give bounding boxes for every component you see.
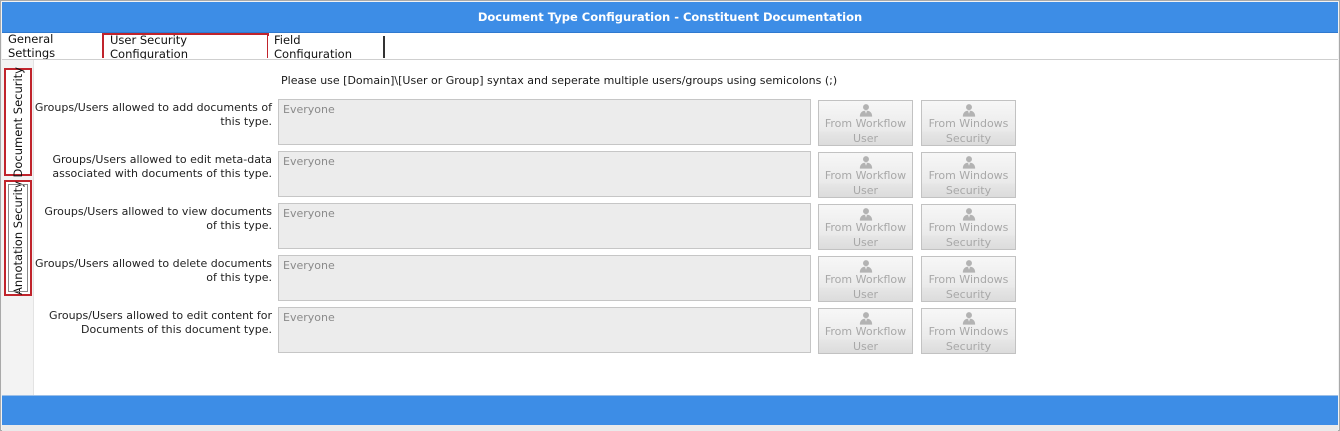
document-security-panel: Please use [Domain]\[User or Group] synt… (33, 60, 1336, 395)
permission-row-label: Groups/Users allowed to add documents of… (34, 101, 272, 128)
side-tab-strip: Document Security Annotation Security (2, 60, 33, 396)
button-label-line1: From Windows (928, 325, 1009, 338)
user-icon (962, 104, 975, 117)
permission-users-field[interactable]: Everyone (278, 203, 811, 249)
user-icon (962, 208, 975, 221)
from-workflow-user-button[interactable]: From Workflow User (818, 256, 913, 302)
from-windows-security-button[interactable]: From Windows Security (921, 308, 1016, 354)
permission-row-label: Groups/Users allowed to edit content for… (49, 309, 272, 336)
side-tab-label: Document Security (11, 66, 25, 178)
button-label-line1: From Workflow (824, 325, 907, 338)
window-title: Document Type Configuration - Constituen… (2, 2, 1338, 33)
permission-users-field[interactable]: Everyone (278, 151, 811, 197)
button-label-line1: From Windows (928, 221, 1009, 234)
bottom-bar (2, 395, 1338, 425)
button-label-line2: Security (922, 131, 1015, 145)
tab-content: Document Security Annotation Security Pl… (2, 59, 1338, 396)
document-type-configuration-window: Document Type Configuration - Constituen… (0, 0, 1340, 431)
button-label-line2: User (819, 131, 912, 145)
user-icon (859, 312, 872, 325)
syntax-hint: Please use [Domain]\[User or Group] synt… (281, 74, 838, 87)
permission-row-label: Groups/Users allowed to edit meta-data a… (52, 153, 272, 180)
tab-field-configuration[interactable]: Field Configuration (268, 33, 385, 61)
button-label-line1: From Workflow (824, 221, 907, 234)
button-label-line2: Security (922, 183, 1015, 197)
side-tab-annotation-security[interactable]: Annotation Security (4, 180, 32, 296)
permission-row: Groups/Users allowed to edit meta-data a… (34, 151, 1034, 199)
user-icon (859, 156, 872, 169)
tab-general-settings[interactable]: General Settings (2, 32, 98, 60)
button-label-line1: From Workflow (824, 169, 907, 182)
user-icon (962, 312, 975, 325)
permission-row-label: Groups/Users allowed to delete documents… (35, 257, 272, 284)
button-label-line2: User (819, 235, 912, 249)
from-windows-security-button[interactable]: From Windows Security (921, 204, 1016, 250)
user-icon (962, 260, 975, 273)
from-workflow-user-button[interactable]: From Workflow User (818, 152, 913, 198)
button-label-line2: Security (922, 287, 1015, 301)
button-label-line2: User (819, 339, 912, 353)
user-icon (859, 104, 872, 117)
user-icon (962, 156, 975, 169)
button-label-line1: From Workflow (824, 117, 907, 130)
from-windows-security-button[interactable]: From Windows Security (921, 100, 1016, 146)
button-label-line1: From Windows (928, 117, 1009, 130)
permission-row: Groups/Users allowed to delete documents… (34, 255, 1034, 303)
from-workflow-user-button[interactable]: From Workflow User (818, 100, 913, 146)
tab-bar: General Settings User Security Configura… (2, 32, 1338, 61)
button-label-line2: Security (922, 235, 1015, 249)
permission-row-label: Groups/Users allowed to view documents o… (44, 205, 272, 232)
from-workflow-user-button[interactable]: From Workflow User (818, 204, 913, 250)
bottom-edge (2, 425, 1338, 431)
user-icon (859, 260, 872, 273)
tab-user-security-configuration[interactable]: User Security Configuration (102, 33, 269, 61)
permission-users-field[interactable]: Everyone (278, 99, 811, 145)
permission-row: Groups/Users allowed to add documents of… (34, 99, 1034, 147)
button-label-line2: User (819, 287, 912, 301)
button-label-line1: From Windows (928, 169, 1009, 182)
button-label-line1: From Windows (928, 273, 1009, 286)
permission-row: Groups/Users allowed to view documents o… (34, 203, 1034, 251)
from-windows-security-button[interactable]: From Windows Security (921, 256, 1016, 302)
from-windows-security-button[interactable]: From Windows Security (921, 152, 1016, 198)
side-tab-document-security[interactable]: Document Security (4, 66, 32, 178)
button-label-line2: Security (922, 339, 1015, 353)
permission-users-field[interactable]: Everyone (278, 307, 811, 353)
button-label-line1: From Workflow (824, 273, 907, 286)
permission-users-field[interactable]: Everyone (278, 255, 811, 301)
from-workflow-user-button[interactable]: From Workflow User (818, 308, 913, 354)
permission-row: Groups/Users allowed to edit content for… (34, 307, 1034, 355)
user-icon (859, 208, 872, 221)
button-label-line2: User (819, 183, 912, 197)
side-tab-label: Annotation Security (11, 181, 25, 295)
